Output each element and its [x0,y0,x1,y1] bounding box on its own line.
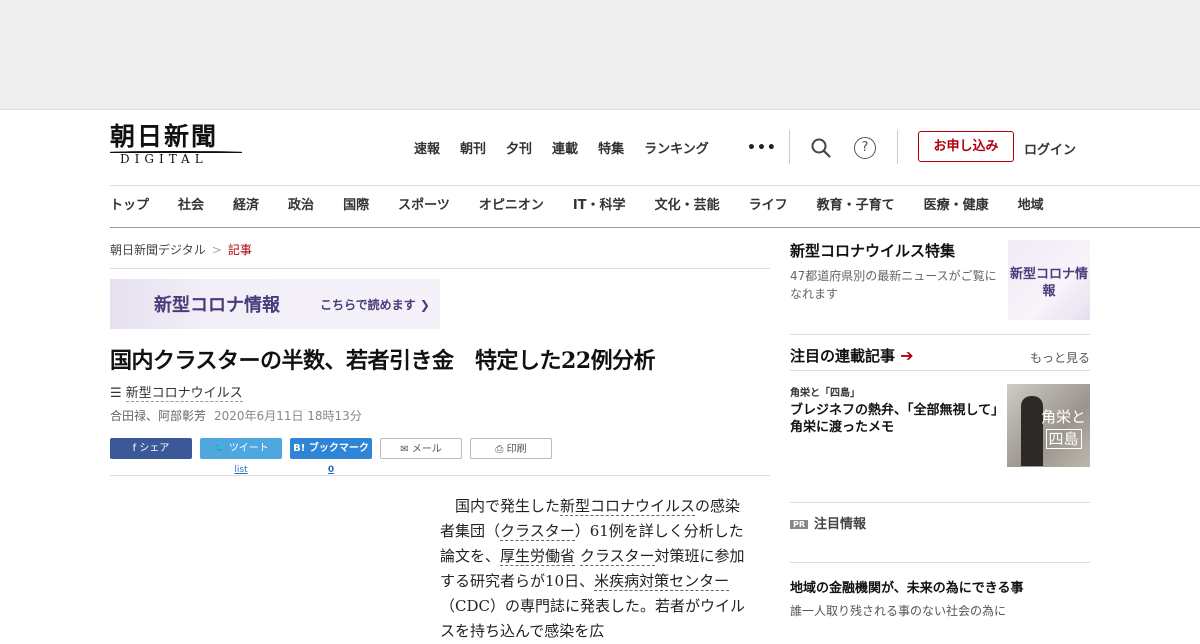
cat-sports[interactable]: スポーツ [398,186,450,227]
site-header: 朝日新聞 DIGITAL 速報 朝刊 夕刊 連載 特集 ランキング ••• ? … [0,110,1200,185]
cat-life[interactable]: ライフ [749,186,788,227]
nav-tokushu[interactable]: 特集 [598,138,624,157]
pr-item-description: 誰一人取り残される事のない社会の為に [790,604,1007,618]
breadcrumb-separator: > [211,243,222,257]
category-nav: トップ 社会 経済 政治 国際 スポーツ オピニオン IT・科学 文化・芸能 ラ… [110,185,1200,228]
subscribe-button[interactable]: お申し込み [918,131,1014,162]
body-text: （CDC）の専門誌に発表した。若者がウイルスを持ち込んで感染を広 [440,597,745,640]
twitter-count[interactable]: list [200,460,282,481]
banner-cta: こちらで読めます ❯ [320,298,430,312]
login-link[interactable]: ログイン [1024,139,1076,158]
twitter-icon: 🐦 [213,443,229,454]
rensai-title[interactable]: 注目の連載記事 [790,347,895,365]
pr-badge: PR [790,520,809,529]
print-icon: ⎙ [495,444,507,455]
feature-description: 47都道府県別の最新ニュースがご覧になれます [790,269,997,301]
photo-figure [1021,396,1043,466]
nav-choukan[interactable]: 朝刊 [460,138,486,157]
keyword-link[interactable]: クラスター [500,522,575,541]
nav-ranking[interactable]: ランキング [644,138,709,157]
thumbnail-caption-line2: 四島 [1045,429,1082,449]
pr-item[interactable]: 地域の金融機関が、未来の為にできる事 誰一人取り残される事のない社会の為に [790,562,1090,619]
cat-culture[interactable]: 文化・芸能 [655,186,720,227]
rensai-headline: ブレジネフの熱弁、「全部無視して」 角栄に渡ったメモ [790,403,1011,435]
hatena-label: ブックマーク [308,443,369,454]
list-icon: ☰ [110,386,122,401]
keyword-link[interactable]: 厚生労働省 [500,547,576,566]
mail-icon: ✉ [400,444,412,455]
corona-info-banner[interactable]: 新型コロナ情報 こちらで読めます ❯ [110,279,440,329]
rensai-header: 注目の連載記事 ➔ もっと見る [790,345,1090,371]
body-text: 国内で発生した [455,497,561,515]
publish-date: 2020年6月11日 18時13分 [214,409,362,423]
feature-thumbnail: 新型コロナ情報 [1008,240,1090,320]
article-headline: 国内クラスターの半数、若者引き金 特定した22例分析 [110,348,656,374]
cat-top[interactable]: トップ [110,186,149,227]
more-link[interactable]: もっと見る [1030,349,1090,366]
hatena-bookmark-button[interactable]: B! ブックマーク 0 [290,438,372,475]
cat-health[interactable]: 医療・健康 [924,186,989,227]
nav-rensai[interactable]: 連載 [552,138,578,157]
asahi-digital-logo[interactable]: 朝日新聞 DIGITAL [110,123,242,169]
cat-international[interactable]: 国際 [343,186,369,227]
more-menu-icon[interactable]: ••• [747,140,777,156]
cat-education[interactable]: 教育・子育て [817,186,895,227]
logo-underline [110,151,242,153]
divider [897,130,898,164]
print-label: 印刷 [506,444,527,455]
hatena-count[interactable]: 0 [290,460,372,481]
article-main: 朝日新聞デジタル > 記事 新型コロナ情報 こちらで読めます ❯ 国内クラスターの半… [110,228,770,640]
logo-digital: DIGITAL [120,152,208,166]
article-body: 国内で発生した新型コロナウイルスの感染者集団（クラスター）61例を詳しく分析した… [440,494,750,644]
rensai-thumbnail: 角栄と 四島 [1007,384,1090,467]
twitter-share-button[interactable]: 🐦 ツイート list [200,438,282,475]
cat-it-science[interactable]: IT・科学 [573,186,626,227]
pr-item-title: 地域の金融機関が、未来の為にできる事 [790,581,1024,596]
arrow-right-icon: ➔ [900,346,914,365]
nav-yuukan[interactable]: 夕刊 [506,138,532,157]
top-nav: 速報 朝刊 夕刊 連載 特集 ランキング [414,138,729,157]
hatena-icon: B! [293,443,309,454]
keyword-link[interactable]: クラスター [579,547,655,566]
authors: 合田禄、阿部彰芳 [110,409,207,423]
article-tag: ☰ 新型コロナウイルス [110,382,770,402]
divider [789,130,790,164]
byline: 合田禄、阿部彰芳 2020年6月11日 18時13分 [110,407,770,424]
pr-title: 注目情報 [814,517,867,532]
logo-kanji: 朝日新聞 [110,122,219,151]
nav-sokuho[interactable]: 速報 [414,138,440,157]
cat-economy[interactable]: 経済 [233,186,259,227]
mail-label: メール [411,444,442,455]
pr-header: PR 注目情報 [790,502,1090,532]
breadcrumb-current: 記事 [227,243,252,257]
article-paragraph: 国内で発生した新型コロナウイルスの感染者集団（クラスター）61例を詳しく分析した… [440,494,750,644]
banner-title: 新型コロナ情報 [154,295,280,316]
cat-society[interactable]: 社会 [178,186,204,227]
facebook-share-label: シェア [139,443,170,454]
mail-share-button[interactable]: ✉ メール [380,438,462,459]
share-bar: f シェア 🐦 ツイート list B! ブックマーク 0 ✉ メール ⎙ 印刷 [110,438,770,476]
keyword-link[interactable]: 新型コロナウイルス [560,497,696,516]
tag-link[interactable]: 新型コロナウイルス [125,386,243,402]
print-button[interactable]: ⎙ 印刷 [470,438,552,459]
search-icon[interactable] [810,137,832,159]
breadcrumb: 朝日新聞デジタル > 記事 [110,241,770,269]
twitter-share-label: ツイート [228,443,269,454]
facebook-share-button[interactable]: f シェア [110,438,192,459]
ad-banner-area [0,0,1200,110]
keyword-link[interactable]: 米疾病対策センター [594,572,730,591]
cat-politics[interactable]: 政治 [288,186,314,227]
rensai-item[interactable]: 角栄と「四島」 ブレジネフの熱弁、「全部無視して」 角栄に渡ったメモ 角栄と 四島 [790,384,1090,480]
cat-opinion[interactable]: オピニオン [479,186,544,227]
corona-feature[interactable]: 新型コロナウイルス特集 47都道府県別の最新ニュースがご覧になれます 新型コロナ… [790,240,1090,335]
sidebar: 新型コロナウイルス特集 47都道府県別の最新ニュースがご覧になれます 新型コロナ… [790,240,1090,619]
cat-region[interactable]: 地域 [1018,186,1044,227]
thumbnail-caption: 角栄と 四島 [1041,406,1086,450]
help-icon[interactable]: ? [854,137,876,159]
thumbnail-caption-line1: 角栄と [1041,408,1087,426]
breadcrumb-home[interactable]: 朝日新聞デジタル [110,243,206,257]
